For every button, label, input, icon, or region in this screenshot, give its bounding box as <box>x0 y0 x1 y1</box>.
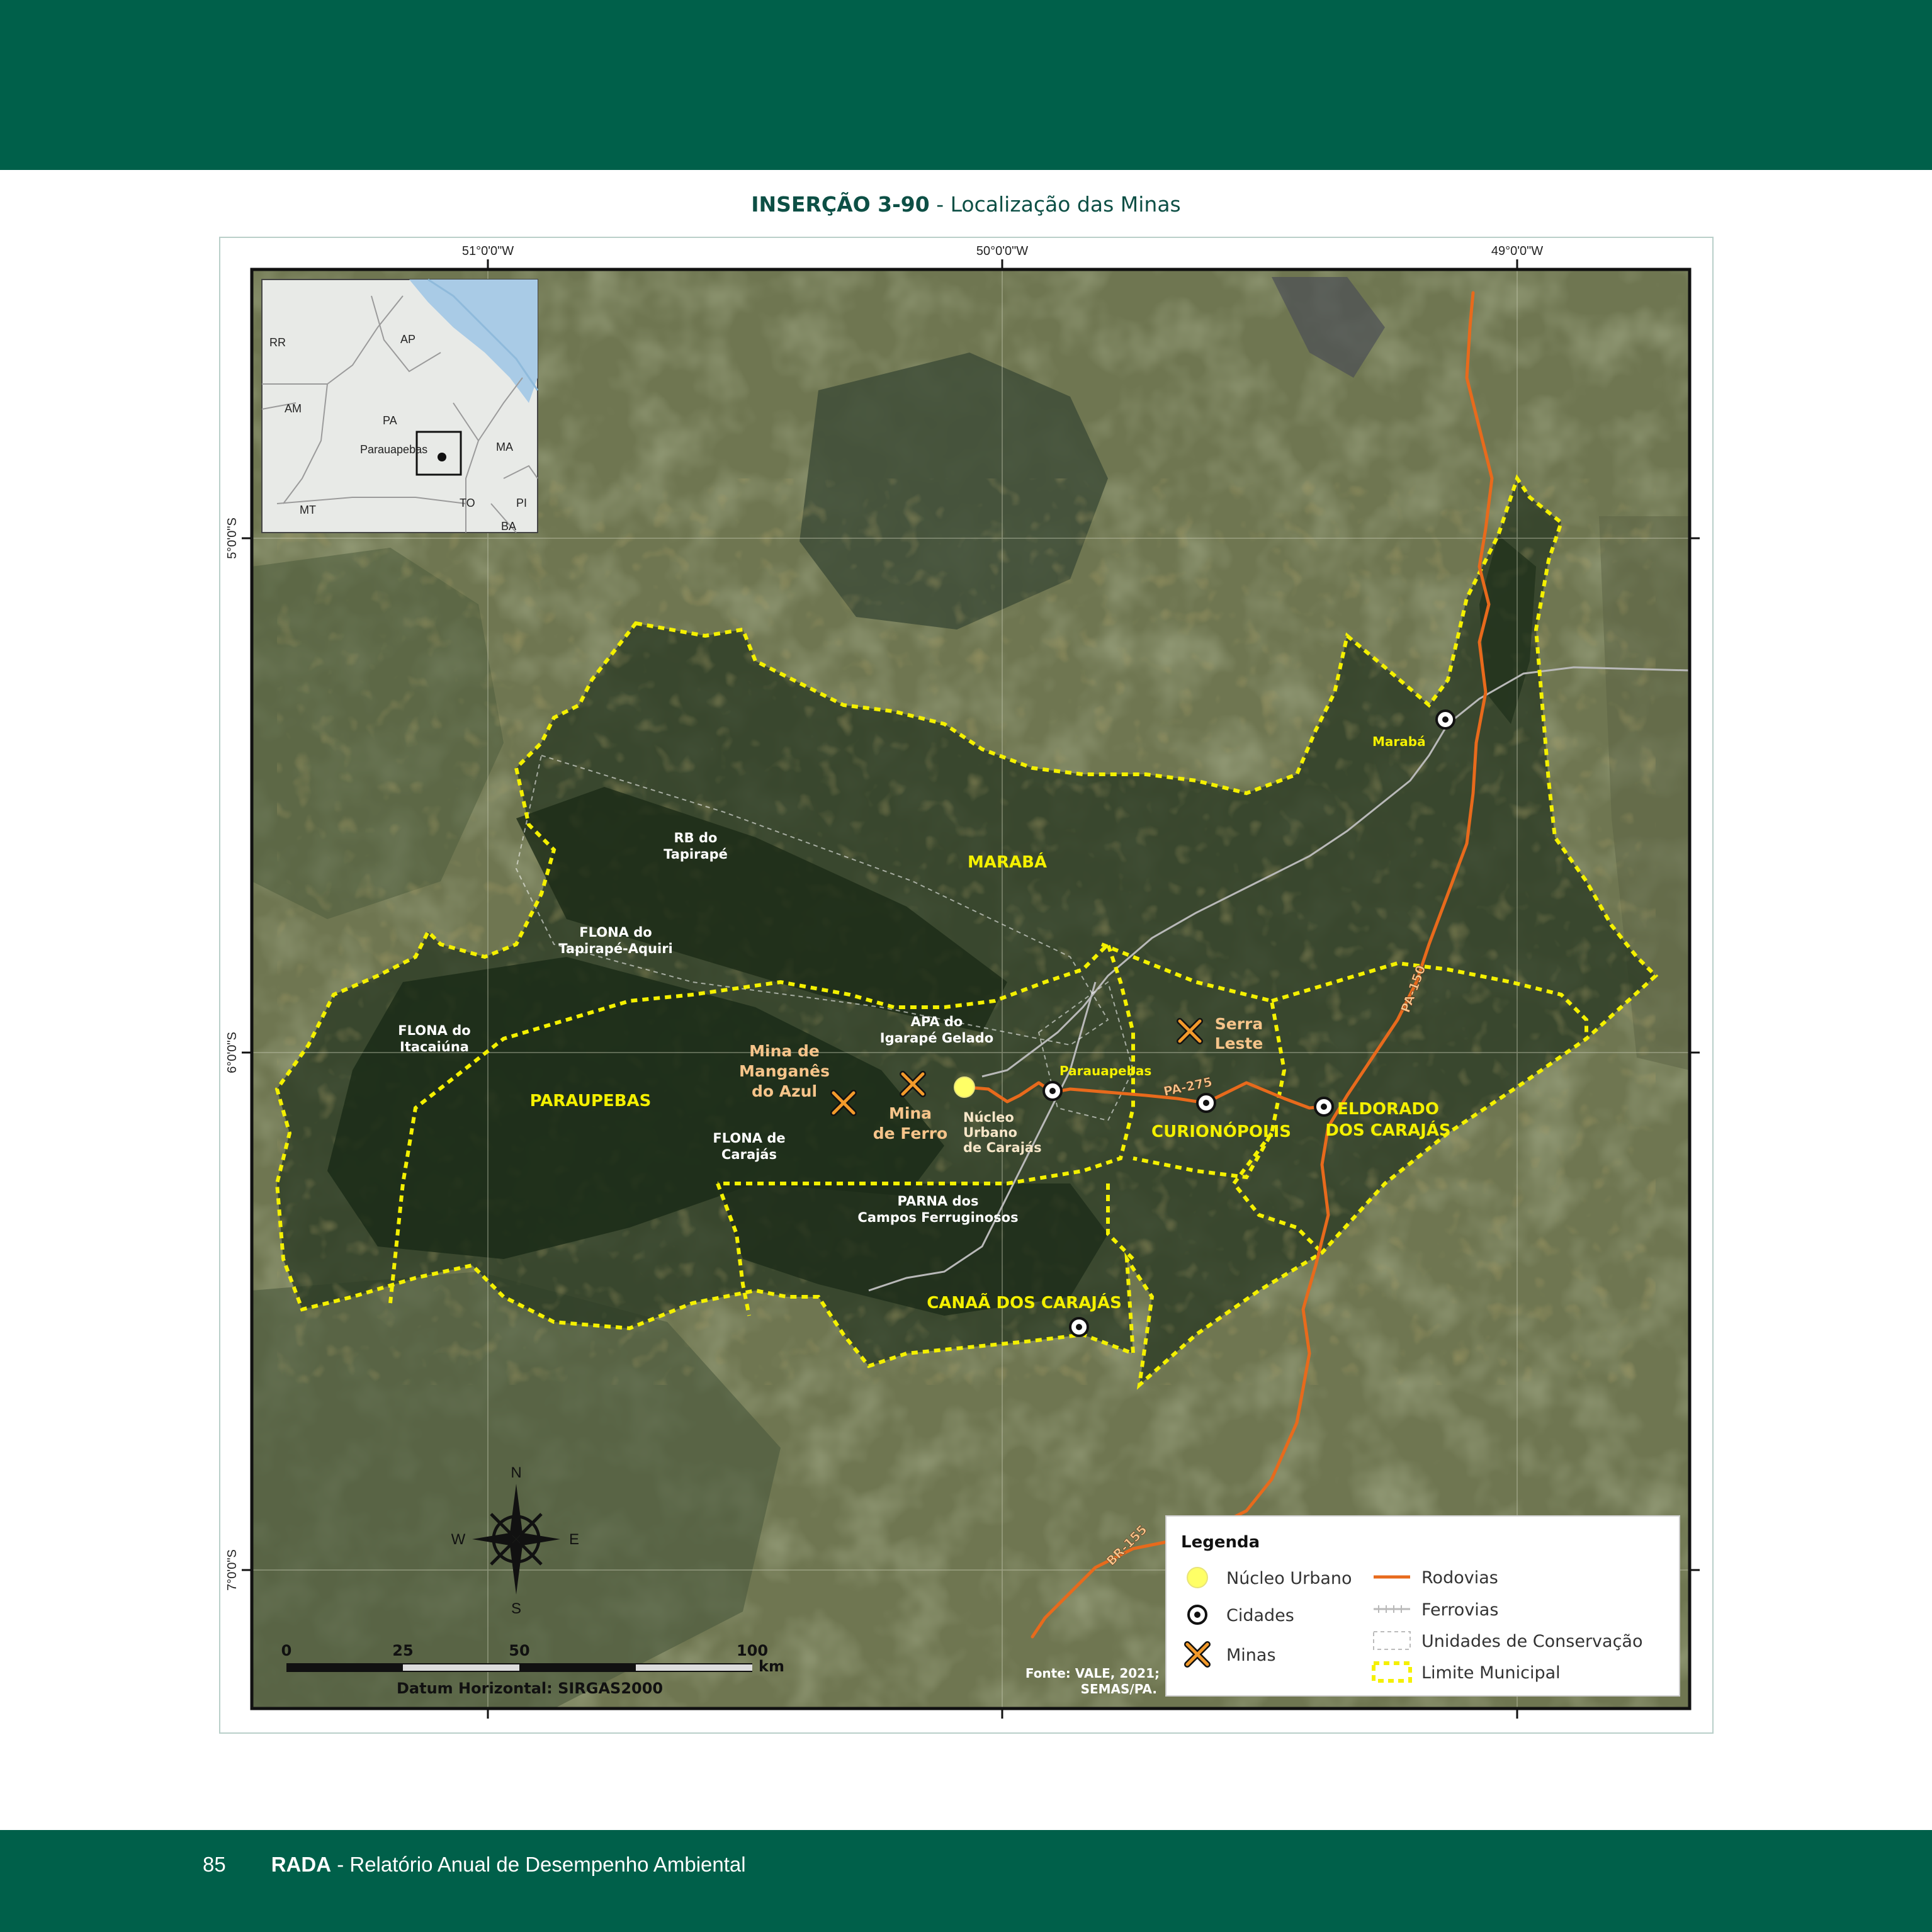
source-line-2: SEMAS/PA. <box>1081 1681 1157 1697</box>
scale-tick-50: 50 <box>509 1642 529 1659</box>
compass-n: N <box>511 1464 521 1481</box>
graticule-label-49w: 49°0'0"W <box>1491 244 1543 258</box>
cu-label-flona-ita-1: FLONA do <box>398 1023 470 1038</box>
urban-nucleus-marker <box>954 1076 975 1098</box>
cu-label-flona-tap-1: FLONA do <box>579 925 652 940</box>
mine-label-ferro-2: de Ferro <box>873 1124 947 1143</box>
legend-limite-label: Limite Municipal <box>1421 1663 1561 1683</box>
mine-label-ferro-1: Mina <box>889 1104 932 1122</box>
scale-unit: km <box>759 1658 784 1675</box>
legend-minas-label: Minas <box>1226 1646 1276 1665</box>
city-marker-maraba <box>1435 709 1455 730</box>
inset-map: RR AP AM PA Parauapebas MA MT TO PI BA <box>261 278 539 533</box>
municipality-label-curionopolis: CURIONÓPOLIS <box>1151 1121 1291 1141</box>
source-line-1: Fonte: VALE, 2021; <box>1025 1666 1160 1681</box>
cu-label-flona-car-2: Carajás <box>721 1147 777 1162</box>
inset-label-pi: PI <box>516 497 527 509</box>
inset-label-parauapebas: Parauapebas <box>360 443 427 456</box>
cu-label-rb-1: RB do <box>674 830 718 845</box>
inset-label-ba: BA <box>501 520 516 533</box>
cu-label-flona-ita-2: Itacaiúna <box>400 1039 469 1054</box>
graticule-label-51w: 51°0'0"W <box>462 244 514 258</box>
page-number: 85 <box>203 1853 226 1876</box>
mine-label-manganes-1: Mina de <box>749 1042 820 1060</box>
legend-title: Legenda <box>1181 1533 1260 1552</box>
urban-label-2: Urbano <box>963 1125 1017 1140</box>
inset-label-ap: AP <box>400 333 415 346</box>
mine-label-serra-1: Serra <box>1215 1015 1263 1033</box>
municipality-label-eldorado-1: ELDORADO <box>1337 1100 1439 1119</box>
legend-nucleo-label: Núcleo Urbano <box>1226 1569 1352 1588</box>
location-map: 51°0'0"W 50°0'0"W 49°0'0"W 5°0'0"S 6°0'0… <box>225 244 1700 1719</box>
page-footer: 85 RADA - Relatório Anual de Desempenho A… <box>203 1853 746 1877</box>
cu-label-apa-2: Igarapé Gelado <box>880 1031 993 1046</box>
compass-s: S <box>511 1600 521 1617</box>
city-marker-canaa <box>1069 1317 1089 1337</box>
cu-label-rb-2: Tapirapé <box>664 847 728 862</box>
municipality-label-parauapebas: PARAUPEBAS <box>530 1092 652 1110</box>
urban-label-1: Núcleo <box>963 1110 1014 1125</box>
city-label-parauapebas: Parauapebas <box>1059 1063 1151 1078</box>
municipality-label-maraba: MARABÁ <box>968 852 1047 872</box>
compass-e: E <box>569 1531 579 1548</box>
legend-unidades-label: Unidades de Conservação <box>1421 1632 1643 1651</box>
inset-label-mt: MT <box>300 504 316 516</box>
cu-label-flona-car-1: FLONA de <box>713 1131 785 1146</box>
graticule-label-6s: 6°0'0"S <box>225 1032 239 1073</box>
municipality-label-eldorado-2: DOS CARAJÁS <box>1325 1120 1450 1140</box>
graticule-label-5s: 5°0'0"S <box>225 517 239 559</box>
inset-label-pa: PA <box>383 414 397 427</box>
inset-label-am: AM <box>285 402 302 415</box>
legend-urban-icon <box>1187 1567 1208 1588</box>
legend: Legenda Núcleo Urbano Cidades Minas Rodo… <box>1165 1515 1680 1697</box>
scale-tick-25: 25 <box>392 1642 413 1659</box>
scale-tick-0: 0 <box>281 1642 292 1659</box>
graticule-label-50w: 50°0'0"W <box>976 244 1028 258</box>
graticule-label-7s: 7°0'0"S <box>225 1549 239 1591</box>
footer-subtitle: - Relatório Anual de Desempenho Ambienta… <box>331 1853 746 1876</box>
city-marker-eldorado <box>1314 1097 1334 1117</box>
urban-label-3: de Carajás <box>963 1140 1042 1155</box>
city-label-maraba: Marabá <box>1372 734 1426 749</box>
datum-label: Datum Horizontal: SIRGAS2000 <box>397 1680 663 1697</box>
city-marker-parauapebas <box>1042 1081 1063 1101</box>
cu-label-apa-1: APA do <box>911 1014 963 1029</box>
mine-label-manganes-3: do Azul <box>752 1082 817 1100</box>
municipality-label-canaa: CANAÃ DOS CARAJÁS <box>927 1292 1122 1313</box>
mine-label-manganes-2: Manganês <box>739 1062 830 1080</box>
footer-band <box>0 1830 1932 1932</box>
legend-ferrovias-label: Ferrovias <box>1421 1600 1498 1620</box>
scale-tick-100: 100 <box>737 1642 768 1659</box>
compass-w: W <box>451 1531 466 1548</box>
inset-label-rr: RR <box>269 336 286 349</box>
legend-rodovias-label: Rodovias <box>1421 1568 1498 1588</box>
mine-label-serra-2: Leste <box>1215 1034 1263 1053</box>
legend-city-icon <box>1187 1605 1207 1625</box>
cu-label-parna-2: Campos Ferruginosos <box>857 1210 1018 1225</box>
inset-label-to: TO <box>460 497 475 509</box>
cu-label-parna-1: PARNA dos <box>898 1194 979 1209</box>
inset-label-ma: MA <box>496 441 513 453</box>
cu-label-flona-tap-2: Tapirapé-Aquiri <box>558 941 673 956</box>
city-marker-curionopolis <box>1196 1093 1216 1113</box>
legend-cidades-label: Cidades <box>1226 1606 1294 1625</box>
footer-brand: RADA <box>271 1853 332 1876</box>
